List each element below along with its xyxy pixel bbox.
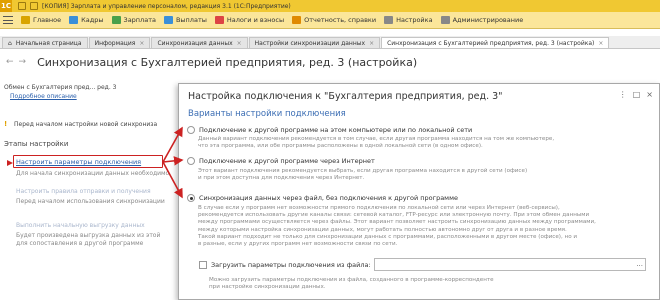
option-file-sync[interactable]: Синхронизация данных через файл, без под…: [187, 194, 458, 202]
step-connection-hint: Для начала синхронизации данных необходи…: [16, 170, 170, 177]
step-rules-hint: Перед началом использования синхронизаци…: [16, 198, 165, 205]
window-titlebar: 1С [КОПИЯ] Зарплата и управление персона…: [0, 0, 660, 12]
browse-button[interactable]: ...: [636, 260, 643, 268]
warning-text: Перед началом настройки новой синхрониза: [14, 121, 158, 128]
close-icon[interactable]: ×: [237, 40, 242, 47]
gear-icon: [384, 16, 394, 24]
page-title: Синхронизация с Бухгалтерией предприятия…: [37, 55, 418, 69]
section-hr[interactable]: Кадры: [69, 16, 104, 24]
connection-options-heading: Варианты настройки подключения: [188, 109, 346, 119]
tab-info[interactable]: Информация ×: [88, 37, 151, 48]
payments-icon: [163, 16, 173, 24]
option-internet[interactable]: Подключение к другой программе через Инт…: [187, 157, 375, 165]
callout-step-box: [13, 155, 163, 168]
menu-icon[interactable]: [18, 2, 26, 10]
more-icon[interactable]: ⋮: [619, 90, 627, 99]
exchange-label: Обмен с Бухгалтерия пред... ред. 3: [4, 84, 117, 91]
tab-sync[interactable]: Синхронизация данных ×: [151, 37, 248, 48]
house-icon: ⌂: [8, 39, 12, 47]
salary-icon: [111, 16, 121, 24]
option-internet-desc: Этот вариант подключения рекомендуется в…: [198, 168, 528, 182]
sections-bar: Главное Кадры Зарплата Выплаты Налоги и …: [0, 12, 660, 29]
tab-sync-setup[interactable]: Синхронизация с Бухгалтерией предприятия…: [381, 37, 610, 48]
stages-heading: Этапы настройки: [4, 140, 69, 148]
dialog-controls: ⋮ □ ×: [619, 90, 653, 99]
section-salary[interactable]: Зарплата: [111, 16, 156, 24]
connection-setup-dialog: Настройка подключения к "Бухгалтерия пре…: [178, 83, 660, 300]
close-icon[interactable]: ×: [646, 90, 653, 99]
step-initial-export[interactable]: Выполнить начальную выгрузку данных: [16, 222, 145, 229]
section-payments[interactable]: Выплаты: [163, 16, 207, 24]
percent-icon: [214, 16, 224, 24]
tab-sync-settings[interactable]: Настройки синхронизации данных ×: [248, 37, 381, 48]
warning-icon: !: [4, 120, 8, 128]
load-from-file-checkbox[interactable]: [199, 261, 207, 269]
step-export-hint-1: Будет произведена выгрузка данных из это…: [16, 232, 161, 239]
details-link[interactable]: Подробное описание: [10, 93, 77, 100]
maximize-icon[interactable]: □: [633, 90, 641, 99]
form-header: ← → Синхронизация с Бухгалтерией предпри…: [0, 53, 660, 71]
section-reports[interactable]: Отчетность, справки: [292, 16, 376, 24]
close-icon[interactable]: ×: [598, 40, 603, 47]
report-icon: [292, 16, 302, 24]
people-icon: [69, 16, 79, 24]
option-local-network[interactable]: Подключение к другой программе на этом к…: [187, 126, 472, 134]
admin-icon: [440, 16, 450, 24]
step-export-hint-2: для сопоставления в другой программе: [16, 240, 144, 247]
section-settings[interactable]: Настройка: [384, 16, 433, 24]
option-file-sync-desc: В случае если у программ нет возможности…: [198, 205, 596, 248]
file-path-input[interactable]: ...: [374, 258, 646, 271]
app-logo: 1С: [0, 0, 12, 12]
radio-local-network[interactable]: [187, 126, 195, 134]
home-icon[interactable]: [30, 2, 38, 10]
section-admin[interactable]: Администрирование: [440, 16, 523, 24]
section-taxes[interactable]: Налоги и взносы: [214, 16, 284, 24]
back-arrow-icon[interactable]: ←: [6, 57, 14, 67]
step-rules[interactable]: Настроить правила отправки и получения: [16, 188, 151, 195]
radio-internet[interactable]: [187, 157, 195, 165]
open-tabs-bar: ⌂ Начальная страница Информация × Синхрони…: [0, 36, 660, 49]
close-icon[interactable]: ×: [139, 40, 144, 47]
window-title: [КОПИЯ] Зарплата и управление персоналом…: [42, 2, 291, 10]
forward-arrow-icon[interactable]: →: [19, 57, 27, 67]
dialog-title: Настройка подключения к "Бухгалтерия пре…: [188, 91, 503, 102]
load-from-file-desc: Можно загрузить параметры подключения из…: [209, 277, 494, 291]
option-local-network-desc: Данный вариант подключения рекомендуется…: [198, 136, 555, 150]
section-main[interactable]: Главное: [21, 16, 61, 24]
close-icon[interactable]: ×: [369, 40, 374, 47]
home-icon: [21, 16, 30, 24]
tab-home[interactable]: ⌂ Начальная страница: [2, 37, 88, 48]
radio-file-sync[interactable]: [187, 194, 195, 202]
setup-steps-panel: Обмен с Бухгалтерия пред... ред. 3 Подро…: [4, 84, 179, 300]
titlebar-toolbar: [18, 2, 38, 10]
load-from-file-option[interactable]: Загрузить параметры подключения из файла…: [199, 261, 371, 269]
sections-menu-icon[interactable]: [3, 15, 13, 25]
